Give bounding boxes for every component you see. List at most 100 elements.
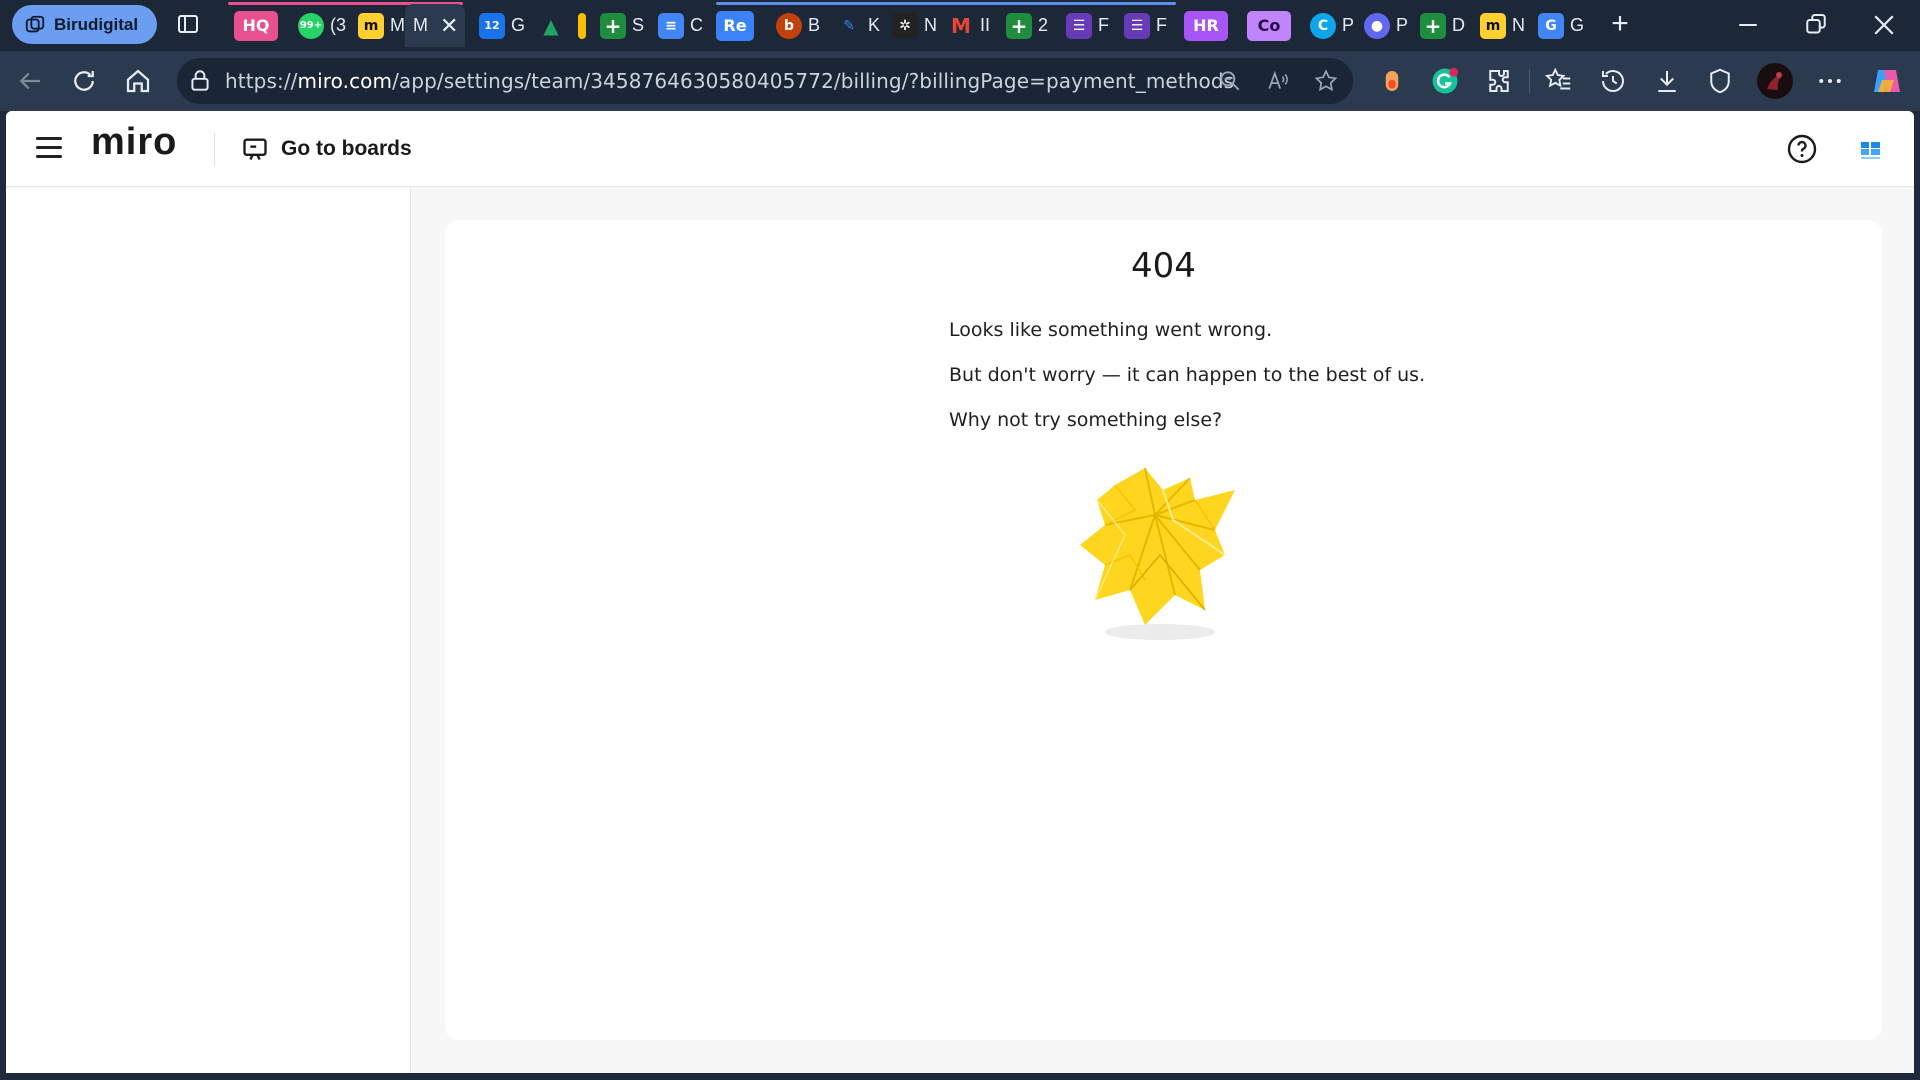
back-icon[interactable] bbox=[15, 66, 45, 96]
tab-miro-2[interactable]: m N bbox=[1480, 4, 1525, 47]
sheets-icon: + bbox=[600, 12, 626, 39]
tab-b[interactable]: b B bbox=[776, 4, 820, 47]
go-to-boards-label: Go to boards bbox=[281, 137, 412, 160]
tab-hq[interactable]: HQ bbox=[234, 4, 278, 47]
miro-logo[interactable]: miro bbox=[91, 121, 177, 164]
tab-hr[interactable]: HR bbox=[1184, 4, 1228, 47]
address-bar[interactable]: https://miro.com/app/settings/team/34587… bbox=[177, 58, 1353, 104]
keep-icon bbox=[578, 12, 586, 39]
tab-translate[interactable]: G G bbox=[1538, 4, 1584, 47]
tab-title: II bbox=[980, 15, 991, 35]
whatsapp-icon: 99+ bbox=[298, 12, 324, 39]
c-logo-icon: C bbox=[1310, 12, 1336, 39]
tab-title: 2 bbox=[1038, 15, 1049, 35]
board-icon bbox=[243, 138, 267, 161]
tab-drive[interactable]: ▲ bbox=[538, 4, 564, 47]
tab-re[interactable]: Re bbox=[716, 4, 754, 47]
tab-sheets[interactable]: + S bbox=[600, 4, 644, 47]
url-prefix: https:// bbox=[225, 69, 298, 93]
extensions-puzzle-icon[interactable] bbox=[1484, 66, 1514, 96]
tab-p1[interactable]: C P bbox=[1310, 4, 1354, 47]
bird-icon: ✎ bbox=[843, 17, 855, 34]
tab-title: D bbox=[1452, 15, 1465, 35]
zoom-out-icon[interactable] bbox=[1217, 68, 1243, 94]
page-viewport: miro Go to boards 404 Looks like somethi… bbox=[6, 111, 1914, 1073]
snowflake-icon: ✲ bbox=[892, 12, 918, 39]
crumpled-paper-illustration bbox=[1080, 467, 1235, 640]
tab-title: G bbox=[1570, 15, 1585, 35]
sheets-icon: + bbox=[1006, 12, 1032, 39]
lock-icon[interactable] bbox=[187, 68, 213, 94]
copilot-icon[interactable] bbox=[1870, 64, 1904, 98]
close-window-icon[interactable] bbox=[1869, 10, 1899, 40]
go-to-boards-button[interactable]: Go to boards bbox=[241, 131, 412, 167]
new-tab-button[interactable]: + bbox=[1603, 8, 1637, 42]
miro-icon: m bbox=[358, 12, 384, 39]
read-aloud-icon[interactable] bbox=[1265, 68, 1291, 94]
tab-title: N bbox=[924, 15, 937, 35]
hamburger-menu-icon[interactable] bbox=[36, 137, 62, 161]
tab-n[interactable]: ✲ N bbox=[892, 4, 937, 47]
tab-miro-active[interactable]: M ✕ bbox=[405, 4, 465, 47]
gmail-icon: M bbox=[951, 13, 971, 38]
tab-calendar[interactable]: 12 G bbox=[479, 4, 525, 47]
tab-sheets-2[interactable]: + 2 bbox=[1006, 4, 1048, 47]
tab-co[interactable]: Co bbox=[1247, 4, 1291, 47]
url-text[interactable]: https://miro.com/app/settings/team/34587… bbox=[225, 69, 1234, 93]
url-path: /app/settings/team/3458764630580405772/b… bbox=[392, 69, 1235, 93]
favorites-icon[interactable] bbox=[1544, 66, 1574, 96]
tab-title: P bbox=[1396, 15, 1409, 35]
tab-k[interactable]: ✎ K bbox=[836, 4, 880, 47]
b-icon: b bbox=[776, 12, 802, 39]
tab-p2[interactable]: ● P bbox=[1364, 4, 1408, 47]
close-tab-icon[interactable]: ✕ bbox=[440, 13, 458, 39]
toolbar-divider bbox=[1529, 69, 1530, 93]
more-options-icon[interactable] bbox=[1815, 66, 1845, 96]
profile-name: Birudigital bbox=[54, 14, 139, 34]
tab-title: (3 bbox=[330, 15, 347, 35]
history-icon[interactable] bbox=[1598, 66, 1628, 96]
tab-title: P bbox=[1342, 15, 1355, 35]
tab-title: N bbox=[1512, 15, 1525, 35]
calendar-icon: 12 bbox=[479, 12, 505, 39]
profile-button[interactable]: Birudigital bbox=[12, 5, 157, 44]
error-message-line-2: But don't worry — it can happen to the b… bbox=[949, 364, 1426, 386]
tab-sheets-3[interactable]: + D bbox=[1420, 4, 1465, 47]
download-icon[interactable] bbox=[1652, 66, 1682, 96]
browser-tab-bar: Birudigital HQ 99+ (3 m M M ✕ 12 G ▲ + S… bbox=[0, 0, 1920, 51]
tab-forms-1[interactable]: ☰ F bbox=[1066, 4, 1109, 47]
browser-toolbar: https://miro.com/app/settings/team/34587… bbox=[0, 51, 1920, 111]
tab-docs[interactable]: ≡ C bbox=[658, 4, 703, 47]
vertical-tabs-icon[interactable] bbox=[176, 12, 200, 36]
tab-keep[interactable] bbox=[578, 4, 586, 47]
tab-miro[interactable]: m M bbox=[358, 4, 405, 47]
avatar[interactable] bbox=[1757, 63, 1793, 99]
home-icon[interactable] bbox=[123, 66, 153, 96]
settings-sidebar bbox=[6, 188, 411, 1073]
workspace-icon bbox=[25, 15, 45, 32]
re-icon: Re bbox=[716, 10, 754, 41]
extension-orange-icon[interactable] bbox=[1377, 66, 1407, 96]
tab-strip: HQ 99+ (3 m M M ✕ 12 G ▲ + S ≡ C Re b B … bbox=[228, 0, 1603, 51]
tab-forms-2[interactable]: ☰ F bbox=[1124, 4, 1167, 47]
refresh-icon[interactable] bbox=[69, 66, 99, 96]
restore-icon[interactable] bbox=[1801, 10, 1831, 40]
minimize-icon[interactable] bbox=[1733, 10, 1763, 40]
team-logo-icon[interactable] bbox=[1858, 136, 1884, 162]
co-icon: Co bbox=[1247, 10, 1291, 41]
dot-logo-icon: ● bbox=[1364, 12, 1390, 39]
translate-icon: G bbox=[1538, 12, 1564, 39]
grammarly-icon[interactable] bbox=[1430, 66, 1460, 96]
tab-gmail[interactable]: M II bbox=[948, 4, 990, 47]
docs-icon: ≡ bbox=[658, 12, 684, 39]
tab-whatsapp[interactable]: 99+ (3 bbox=[298, 4, 346, 47]
tab-title: C bbox=[690, 15, 703, 35]
sheets-icon: + bbox=[1420, 12, 1446, 39]
tab-title: S bbox=[632, 15, 645, 35]
error-code: 404 bbox=[1131, 246, 1196, 286]
miro-icon: m bbox=[1480, 12, 1506, 39]
shield-icon[interactable] bbox=[1705, 66, 1735, 96]
help-icon[interactable] bbox=[1786, 133, 1818, 165]
app-header: miro Go to boards bbox=[6, 111, 1914, 187]
favorite-star-icon[interactable] bbox=[1313, 68, 1339, 94]
